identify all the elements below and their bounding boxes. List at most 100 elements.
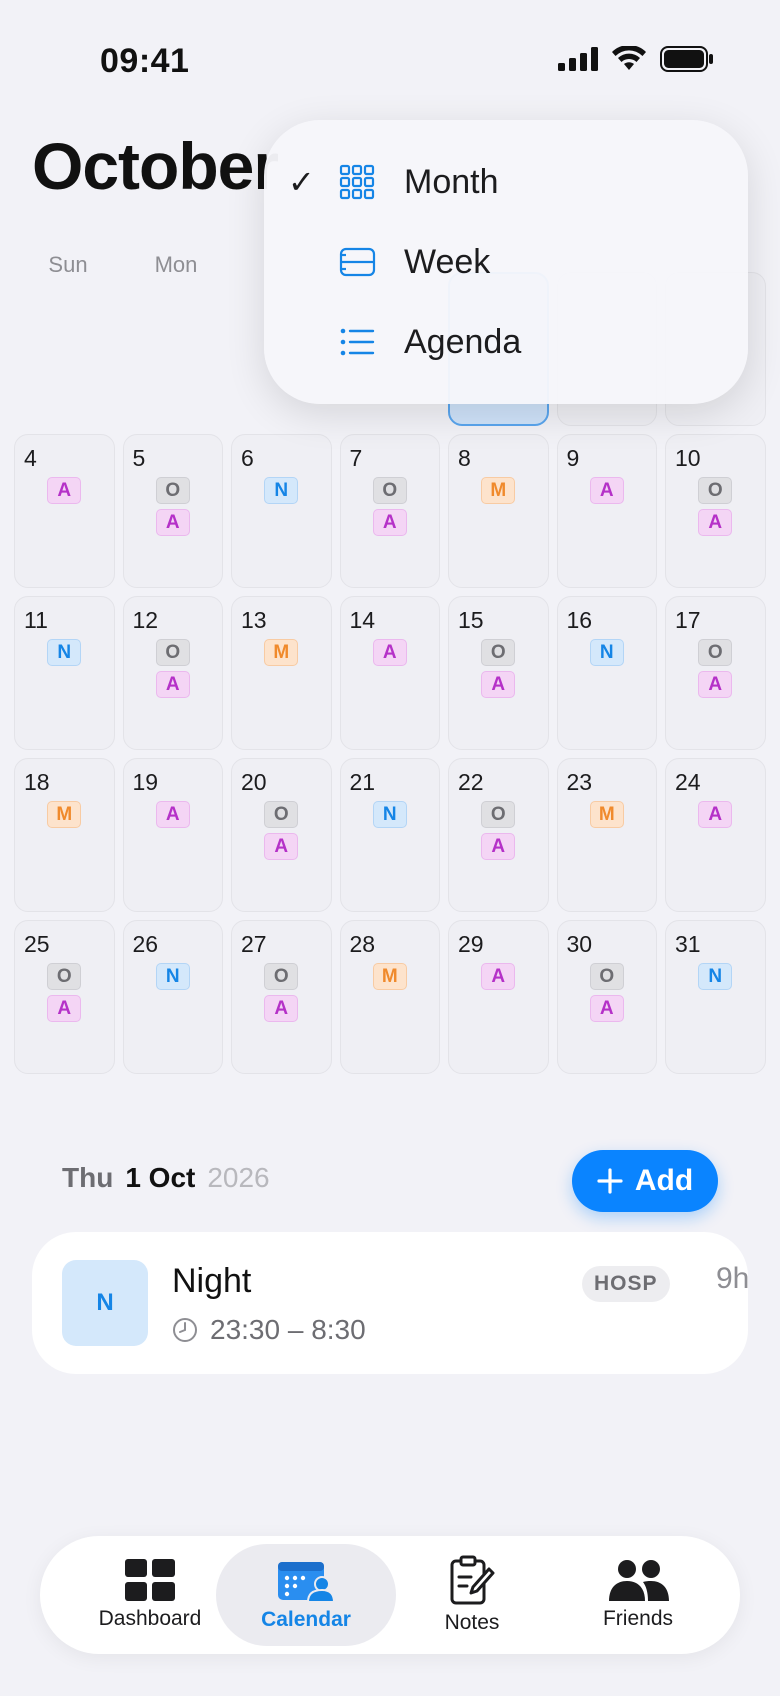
day-number: 6 (241, 445, 254, 471)
calendar-day-cell[interactable]: 27 O A (231, 920, 332, 1074)
calendar-day-cell[interactable]: 31 N (665, 920, 766, 1074)
menu-item-month[interactable]: ✓ Month (264, 142, 748, 222)
day-number: 14 (349, 607, 376, 633)
shift-badges: A (666, 801, 765, 828)
battery-icon (660, 46, 713, 72)
calendar-empty-cell (123, 272, 224, 426)
shift-badges: A (341, 639, 440, 666)
calendar-day-cell[interactable]: 10 O A (665, 434, 766, 588)
shift-badges: M (232, 639, 331, 666)
shift-badges: OA (232, 963, 331, 1022)
calendar-day-cell[interactable]: 15 O A (448, 596, 549, 750)
calendar-day-cell[interactable]: 28 M (339, 920, 440, 1074)
shift-badges: OA (666, 639, 765, 698)
day-number: 5 (132, 445, 146, 471)
plus-icon (597, 1168, 623, 1194)
notes-icon (450, 1555, 495, 1605)
calendar-grid: 4 A 5 O A 6 N 7 O A 8 M 9 A 10 O A 11 N 12 O A 13 M 14 A 15 O A 16 N 17… (14, 272, 766, 1082)
calendar-day-cell[interactable]: 21 N (339, 758, 440, 912)
shift-name: Night (172, 1262, 252, 1300)
calendar-day-cell[interactable]: 9A (556, 434, 657, 588)
shift-badges: A (15, 477, 114, 504)
shift-badge: O (698, 639, 733, 666)
day-number: 27 (241, 931, 267, 957)
calendar-day-cell[interactable]: 16 N (556, 596, 657, 750)
calendar-day-cell[interactable]: 6N (231, 434, 332, 588)
calendar-day-cell[interactable]: 13 M (231, 596, 332, 750)
day-number: 25 (24, 931, 50, 957)
calendar-day-cell[interactable]: 30 O A (556, 920, 657, 1074)
tab-label: Calendar (261, 1608, 351, 1631)
calendar-day-cell[interactable]: 14 A (339, 596, 440, 750)
shift-badges: N (15, 639, 114, 666)
shift-badge: A (481, 963, 516, 990)
tab-calendar[interactable]: Calendar (216, 1544, 396, 1646)
shift-badge: O (264, 801, 299, 828)
add-button-label: Add (634, 1164, 694, 1197)
calendar-day-cell[interactable]: 20 O A (231, 758, 332, 912)
calendar-week-row: 4 A 5 O A 6 N 7 O A 8 M 9 A 10 O A (14, 434, 766, 588)
tab-notes[interactable]: Notes (382, 1544, 562, 1646)
shift-badge: A (698, 801, 733, 828)
calendar-day-cell[interactable]: 24 A (665, 758, 766, 912)
selected-day-month: 1 Oct (125, 1162, 196, 1193)
dashboard-icon (125, 1559, 175, 1601)
calendar-day-cell[interactable]: 5OA (122, 434, 223, 588)
tab-friends[interactable]: Friends (548, 1544, 728, 1646)
calendar-day-cell[interactable]: 7OA (339, 434, 440, 588)
shift-badges: OA (449, 639, 548, 698)
shift-badges: OA (341, 477, 440, 536)
shift-badge: N (155, 963, 190, 990)
calendar-day-cell[interactable]: 11 N (14, 596, 115, 750)
calendar-weeks: 4 A 5 O A 6 N 7 O A 8 M 9 A 10 O A 11 N 12 O A 13 M 14 A 15 O A 16 N 17… (14, 434, 766, 1074)
day-number: 15 (458, 607, 484, 633)
shift-badge: M (47, 801, 82, 828)
shift-badge: A (372, 509, 407, 536)
shift-badges: A (124, 801, 223, 828)
calendar-day-cell[interactable]: 8M (448, 434, 549, 588)
shift-badges: OA (558, 963, 657, 1022)
day-number: 30 (566, 931, 593, 957)
calendar-day-cell[interactable]: 4A (14, 434, 115, 588)
calendar-day-cell[interactable]: 12 O A (122, 596, 223, 750)
shift-badges: OA (449, 801, 548, 860)
calendar-day-cell[interactable]: 26 N (122, 920, 223, 1074)
shift-badge: A (47, 477, 82, 504)
shift-badges: M (449, 477, 548, 504)
menu-item-label: Month (404, 162, 499, 201)
tab-dashboard[interactable]: Dashboard (60, 1544, 240, 1646)
shift-badges: N (124, 963, 223, 990)
day-number: 19 (132, 769, 159, 795)
calendar-empty-cell (14, 272, 115, 426)
calendar-day-cell[interactable]: 23 M (556, 758, 657, 912)
menu-item-label: Agenda (404, 322, 522, 361)
menu-item-week[interactable]: Week (264, 222, 748, 302)
tab-bar: Dashboard Calendar Notes Friends (40, 1536, 740, 1654)
calendar-day-cell[interactable]: 22 O A (448, 758, 549, 912)
shift-badges: OA (124, 639, 223, 698)
calendar-day-cell[interactable]: 19 A (122, 758, 223, 912)
shift-badge: O (698, 477, 733, 504)
shift-badge: O (372, 477, 407, 504)
day-number: 7 (349, 445, 363, 471)
shift-badge: M (481, 477, 516, 504)
calendar-day-cell[interactable]: 25 O A (14, 920, 115, 1074)
shift-badge: A (155, 671, 190, 698)
shift-badge: A (698, 671, 733, 698)
shift-card[interactable]: N Night 23:30 – 8:30 HOSP 9h (32, 1232, 749, 1374)
tab-label: Friends (602, 1607, 674, 1630)
calendar-day-cell[interactable]: 18 M (14, 758, 115, 912)
shift-badges: OA (666, 477, 765, 536)
calendar-day-cell[interactable]: 29 A (448, 920, 549, 1074)
menu-item-label: Week (404, 242, 491, 281)
add-shift-button[interactable]: Add (572, 1150, 718, 1212)
calendar-day-cell[interactable]: 17 O A (665, 596, 766, 750)
day-number: 13 (241, 607, 267, 633)
day-number: 11 (24, 607, 48, 633)
shift-badge: O (155, 477, 190, 504)
calendar-week-row: 25 O A 26 N 27 O A 28 M 29 A 30 O A 31 N (14, 920, 766, 1074)
menu-item-agenda[interactable]: Agenda (264, 302, 748, 382)
list-icon (340, 328, 375, 356)
day-number: 26 (132, 931, 159, 957)
month-title[interactable]: October (32, 128, 279, 204)
